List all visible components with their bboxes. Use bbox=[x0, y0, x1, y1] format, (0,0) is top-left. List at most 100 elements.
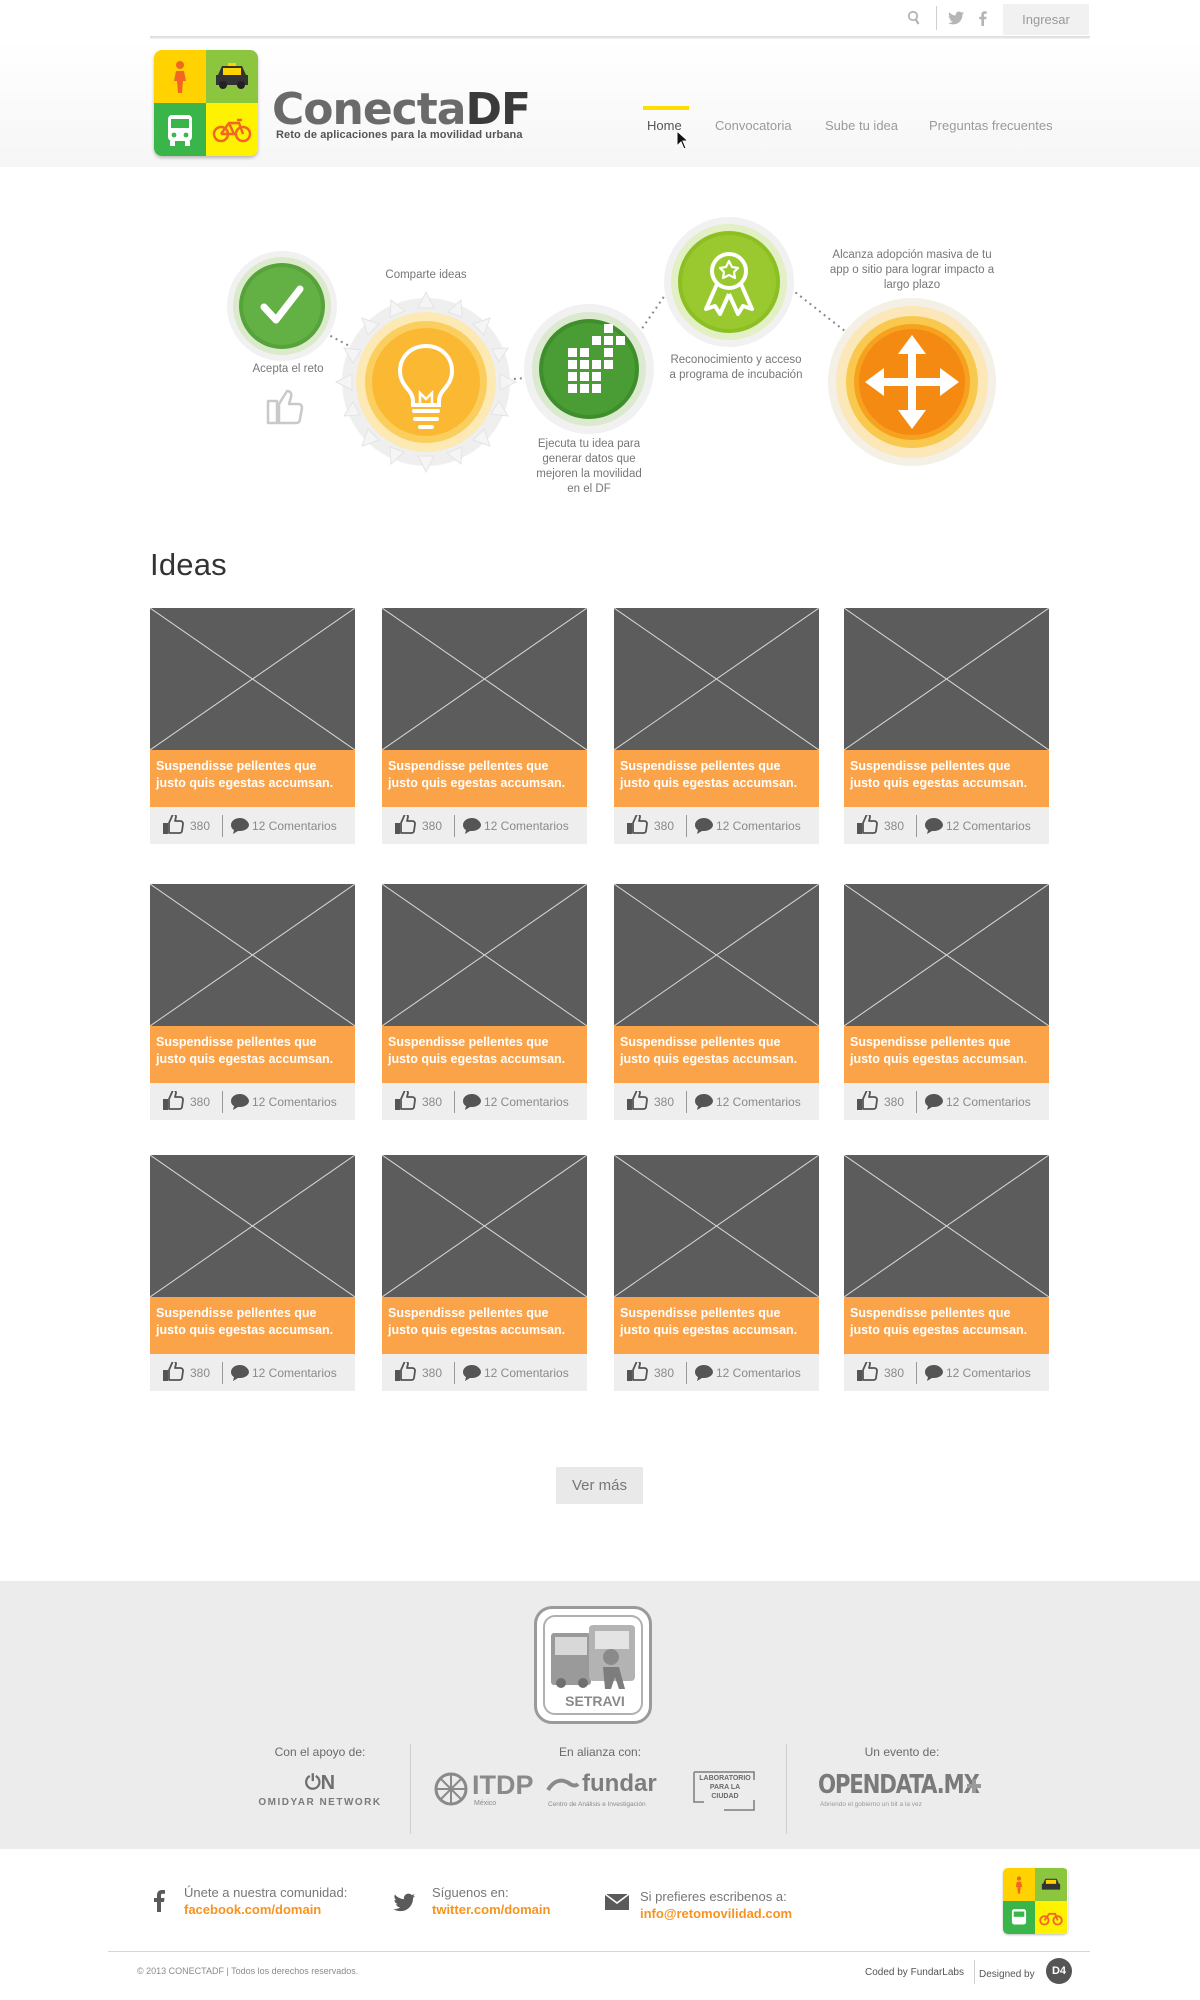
idea-title[interactable]: Suspendisse pellentes que justo quis ege… bbox=[614, 1297, 819, 1354]
itdp-logo[interactable]: ITDP México bbox=[434, 1768, 534, 1812]
divider bbox=[974, 1960, 975, 1984]
twitter-icon[interactable] bbox=[946, 8, 966, 28]
like-icon[interactable] bbox=[394, 815, 416, 835]
see-more-button[interactable]: Ver más bbox=[556, 1467, 643, 1504]
opendata-logo[interactable]: OPENDATA.MX Abriendo el gobierno un bit … bbox=[818, 1770, 990, 1814]
idea-card[interactable]: Suspendisse pellentes que justo quis ege… bbox=[614, 1155, 819, 1391]
designer-badge[interactable]: D4 bbox=[1046, 1958, 1072, 1984]
comment-bubble-icon[interactable] bbox=[462, 1364, 482, 1382]
comment-count[interactable]: 12 Comentarios bbox=[252, 1095, 337, 1109]
email-icon[interactable] bbox=[605, 1894, 629, 1910]
comment-count[interactable]: 12 Comentarios bbox=[946, 1095, 1031, 1109]
idea-card[interactable]: Suspendisse pellentes que justo quis ege… bbox=[382, 608, 587, 844]
idea-image-placeholder[interactable] bbox=[382, 884, 587, 1026]
idea-image-placeholder[interactable] bbox=[150, 1155, 355, 1297]
idea-image-placeholder[interactable] bbox=[844, 884, 1049, 1026]
idea-title[interactable]: Suspendisse pellentes que justo quis ege… bbox=[844, 1026, 1049, 1083]
comment-count[interactable]: 12 Comentarios bbox=[946, 1366, 1031, 1380]
brand-logo[interactable] bbox=[154, 50, 258, 156]
idea-card[interactable]: Suspendisse pellentes que justo quis ege… bbox=[844, 1155, 1049, 1391]
comment-bubble-icon[interactable] bbox=[924, 1093, 944, 1111]
comment-bubble-icon[interactable] bbox=[924, 817, 944, 835]
footer-brand-logo[interactable] bbox=[1003, 1868, 1068, 1934]
comment-count[interactable]: 12 Comentarios bbox=[716, 1095, 801, 1109]
comment-bubble-icon[interactable] bbox=[230, 817, 250, 835]
idea-title[interactable]: Suspendisse pellentes que justo quis ege… bbox=[382, 1026, 587, 1083]
idea-card[interactable]: Suspendisse pellentes que justo quis ege… bbox=[844, 608, 1049, 844]
idea-title[interactable]: Suspendisse pellentes que justo quis ege… bbox=[614, 1026, 819, 1083]
like-icon[interactable] bbox=[394, 1091, 416, 1111]
comment-count[interactable]: 12 Comentarios bbox=[252, 1366, 337, 1380]
idea-image-placeholder[interactable] bbox=[382, 1155, 587, 1297]
like-icon[interactable] bbox=[394, 1362, 416, 1382]
email-link[interactable]: info@retomovilidad.com bbox=[640, 1906, 792, 1921]
idea-image-placeholder[interactable] bbox=[844, 1155, 1049, 1297]
idea-card[interactable]: Suspendisse pellentes que justo quis ege… bbox=[614, 884, 819, 1120]
twitter-icon[interactable] bbox=[393, 1893, 417, 1912]
idea-title[interactable]: Suspendisse pellentes que justo quis ege… bbox=[150, 750, 355, 807]
idea-card[interactable]: Suspendisse pellentes que justo quis ege… bbox=[150, 1155, 355, 1391]
idea-image-placeholder[interactable] bbox=[614, 1155, 819, 1297]
like-icon[interactable] bbox=[162, 1362, 184, 1382]
comment-count[interactable]: 12 Comentarios bbox=[484, 1366, 569, 1380]
step-label-adoption: Alcanza adopción masiva de tu app o siti… bbox=[829, 249, 995, 291]
coded-by-link[interactable]: Coded by FundarLabs bbox=[865, 1967, 964, 1978]
idea-card[interactable]: Suspendisse pellentes que justo quis ege… bbox=[844, 884, 1049, 1120]
nav-preguntas-frecuentes[interactable]: Preguntas frecuentes bbox=[929, 118, 1053, 133]
comment-count[interactable]: 12 Comentarios bbox=[484, 1095, 569, 1109]
comment-bubble-icon[interactable] bbox=[230, 1364, 250, 1382]
pedestrian-quadrant bbox=[1003, 1868, 1035, 1901]
idea-card[interactable]: Suspendisse pellentes que justo quis ege… bbox=[382, 884, 587, 1120]
idea-image-placeholder[interactable] bbox=[844, 608, 1049, 750]
like-icon[interactable] bbox=[626, 815, 648, 835]
omidyar-logo[interactable]: ⏻N OMIDYAR NETWORK bbox=[252, 1772, 388, 1808]
laboratorio-logo[interactable]: LABORATORIO PARA LA CIUDAD bbox=[692, 1770, 762, 1814]
idea-title[interactable]: Suspendisse pellentes que justo quis ege… bbox=[382, 1297, 587, 1354]
idea-image-placeholder[interactable] bbox=[614, 884, 819, 1026]
search-icon[interactable] bbox=[904, 8, 924, 28]
comment-count[interactable]: 12 Comentarios bbox=[252, 819, 337, 833]
comment-count[interactable]: 12 Comentarios bbox=[484, 819, 569, 833]
comment-bubble-icon[interactable] bbox=[694, 1093, 714, 1111]
like-icon[interactable] bbox=[856, 1362, 878, 1382]
idea-card[interactable]: Suspendisse pellentes que justo quis ege… bbox=[614, 608, 819, 844]
idea-image-placeholder[interactable] bbox=[150, 884, 355, 1026]
like-icon[interactable] bbox=[626, 1362, 648, 1382]
comment-count[interactable]: 12 Comentarios bbox=[716, 819, 801, 833]
idea-title[interactable]: Suspendisse pellentes que justo quis ege… bbox=[844, 1297, 1049, 1354]
idea-image-placeholder[interactable] bbox=[150, 608, 355, 750]
nav-sube-tu-idea[interactable]: Sube tu idea bbox=[825, 118, 898, 133]
idea-image-placeholder[interactable] bbox=[614, 608, 819, 750]
facebook-link[interactable]: facebook.com/domain bbox=[184, 1902, 321, 1917]
comment-bubble-icon[interactable] bbox=[924, 1364, 944, 1382]
idea-card[interactable]: Suspendisse pellentes que justo quis ege… bbox=[150, 608, 355, 844]
nav-convocatoria[interactable]: Convocatoria bbox=[715, 118, 792, 133]
idea-title[interactable]: Suspendisse pellentes que justo quis ege… bbox=[844, 750, 1049, 807]
comment-bubble-icon[interactable] bbox=[230, 1093, 250, 1111]
idea-meta: 380 12 Comentarios bbox=[150, 1354, 355, 1391]
twitter-link[interactable]: twitter.com/domain bbox=[432, 1902, 550, 1917]
like-icon[interactable] bbox=[162, 815, 184, 835]
idea-title[interactable]: Suspendisse pellentes que justo quis ege… bbox=[150, 1297, 355, 1354]
comment-count[interactable]: 12 Comentarios bbox=[946, 819, 1031, 833]
like-icon[interactable] bbox=[162, 1091, 184, 1111]
fundar-logo[interactable]: fundar Centro de Análisis e Investigació… bbox=[546, 1770, 670, 1814]
setravi-logo[interactable]: SETRAVI bbox=[534, 1606, 652, 1724]
comment-bubble-icon[interactable] bbox=[694, 817, 714, 835]
idea-card[interactable]: Suspendisse pellentes que justo quis ege… bbox=[150, 884, 355, 1120]
idea-card[interactable]: Suspendisse pellentes que justo quis ege… bbox=[382, 1155, 587, 1391]
login-button[interactable]: Ingresar bbox=[1003, 4, 1089, 35]
comment-bubble-icon[interactable] bbox=[462, 817, 482, 835]
like-icon[interactable] bbox=[856, 1091, 878, 1111]
idea-title[interactable]: Suspendisse pellentes que justo quis ege… bbox=[382, 750, 587, 807]
comment-bubble-icon[interactable] bbox=[462, 1093, 482, 1111]
idea-title[interactable]: Suspendisse pellentes que justo quis ege… bbox=[150, 1026, 355, 1083]
like-icon[interactable] bbox=[856, 815, 878, 835]
facebook-icon[interactable] bbox=[153, 1890, 165, 1912]
idea-image-placeholder[interactable] bbox=[382, 608, 587, 750]
facebook-icon[interactable] bbox=[972, 8, 992, 28]
like-icon[interactable] bbox=[626, 1091, 648, 1111]
comment-bubble-icon[interactable] bbox=[694, 1364, 714, 1382]
idea-title[interactable]: Suspendisse pellentes que justo quis ege… bbox=[614, 750, 819, 807]
comment-count[interactable]: 12 Comentarios bbox=[716, 1366, 801, 1380]
